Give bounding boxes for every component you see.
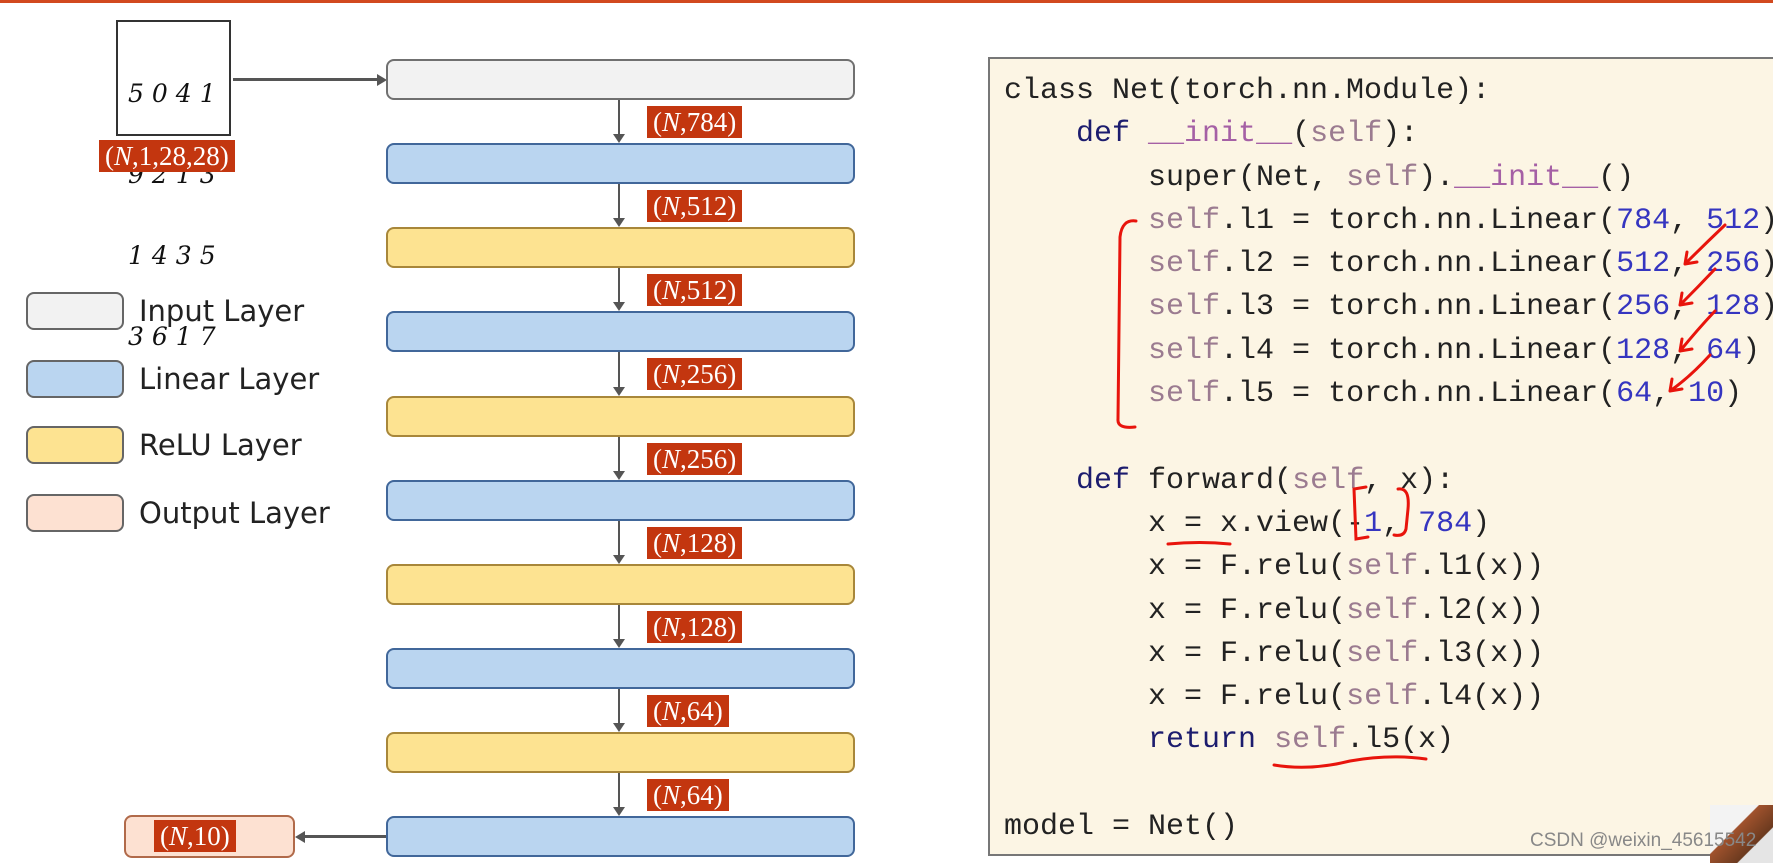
output-shape-tag: (N,10) — [154, 820, 236, 852]
red-annotations — [1116, 219, 1727, 769]
linear-layer-box — [386, 311, 855, 352]
code-panel: class Net(torch.nn.Module): def __init__… — [988, 57, 1773, 856]
flow-arrow — [613, 605, 625, 648]
bracket-annotation — [1116, 219, 1138, 429]
arrow-annotation — [1678, 309, 1717, 353]
legend-swatch-linear — [26, 360, 124, 398]
input-layer-box — [386, 59, 855, 100]
flow-arrow — [613, 437, 625, 480]
relu-layer-box — [386, 564, 855, 605]
flow-arrow — [613, 268, 625, 311]
legend-label-linear: Linear Layer — [139, 362, 320, 396]
output-arrow-head — [295, 831, 305, 843]
shape-tag: (N,128) — [647, 527, 743, 559]
arrow-annotation — [1678, 267, 1717, 307]
flow-arrow — [613, 352, 625, 396]
flow-arrow — [613, 773, 625, 816]
shape-tag: (N,256) — [647, 358, 743, 390]
relu-layer-box — [386, 227, 855, 268]
relu-layer-box — [386, 396, 855, 437]
legend-label-input: Input Layer — [139, 294, 305, 328]
shape-tag: (N,512) — [647, 190, 743, 222]
legend-swatch-relu — [26, 426, 124, 464]
output-arrow — [302, 835, 386, 838]
input-shape-tag: (N,1,28,28) — [99, 140, 235, 172]
flow-arrow — [613, 100, 625, 143]
shape-tag: (N,784) — [647, 106, 743, 138]
digit-row: 5041 — [128, 79, 224, 108]
flow-arrow — [613, 521, 625, 564]
linear-layer-box — [386, 480, 855, 521]
top-border — [0, 0, 1773, 3]
shape-tag: (N,512) — [647, 274, 743, 306]
flow-arrow — [613, 689, 625, 732]
digit-row: 1435 — [128, 241, 224, 270]
shape-tag: (N,64) — [647, 779, 729, 811]
shape-tag: (N,128) — [647, 611, 743, 643]
bracket-annotation — [1352, 485, 1370, 541]
relu-layer-box — [386, 732, 855, 773]
linear-layer-box — [386, 816, 855, 857]
flow-arrow — [613, 184, 625, 227]
legend-label-relu: ReLU Layer — [139, 428, 302, 462]
linear-layer-box — [386, 143, 855, 184]
shape-tag: (N,256) — [647, 443, 743, 475]
linear-layer-box — [386, 648, 855, 689]
watermark: CSDN @weixin_45615542 — [1530, 830, 1757, 851]
underline-annotation — [1166, 541, 1232, 546]
legend-label-output: Output Layer — [139, 496, 330, 530]
arrow-annotation — [1668, 353, 1712, 393]
arrow-annotation — [1683, 223, 1727, 266]
mnist-digits-image: 5041 9213 1435 3617 — [116, 20, 231, 350]
input-arrow — [233, 78, 381, 81]
underline-annotation — [1272, 755, 1428, 769]
bracket-annotation — [1392, 487, 1410, 537]
legend-swatch-input — [26, 292, 124, 330]
shape-tag: (N,64) — [647, 695, 729, 727]
legend-swatch-output — [26, 494, 124, 532]
